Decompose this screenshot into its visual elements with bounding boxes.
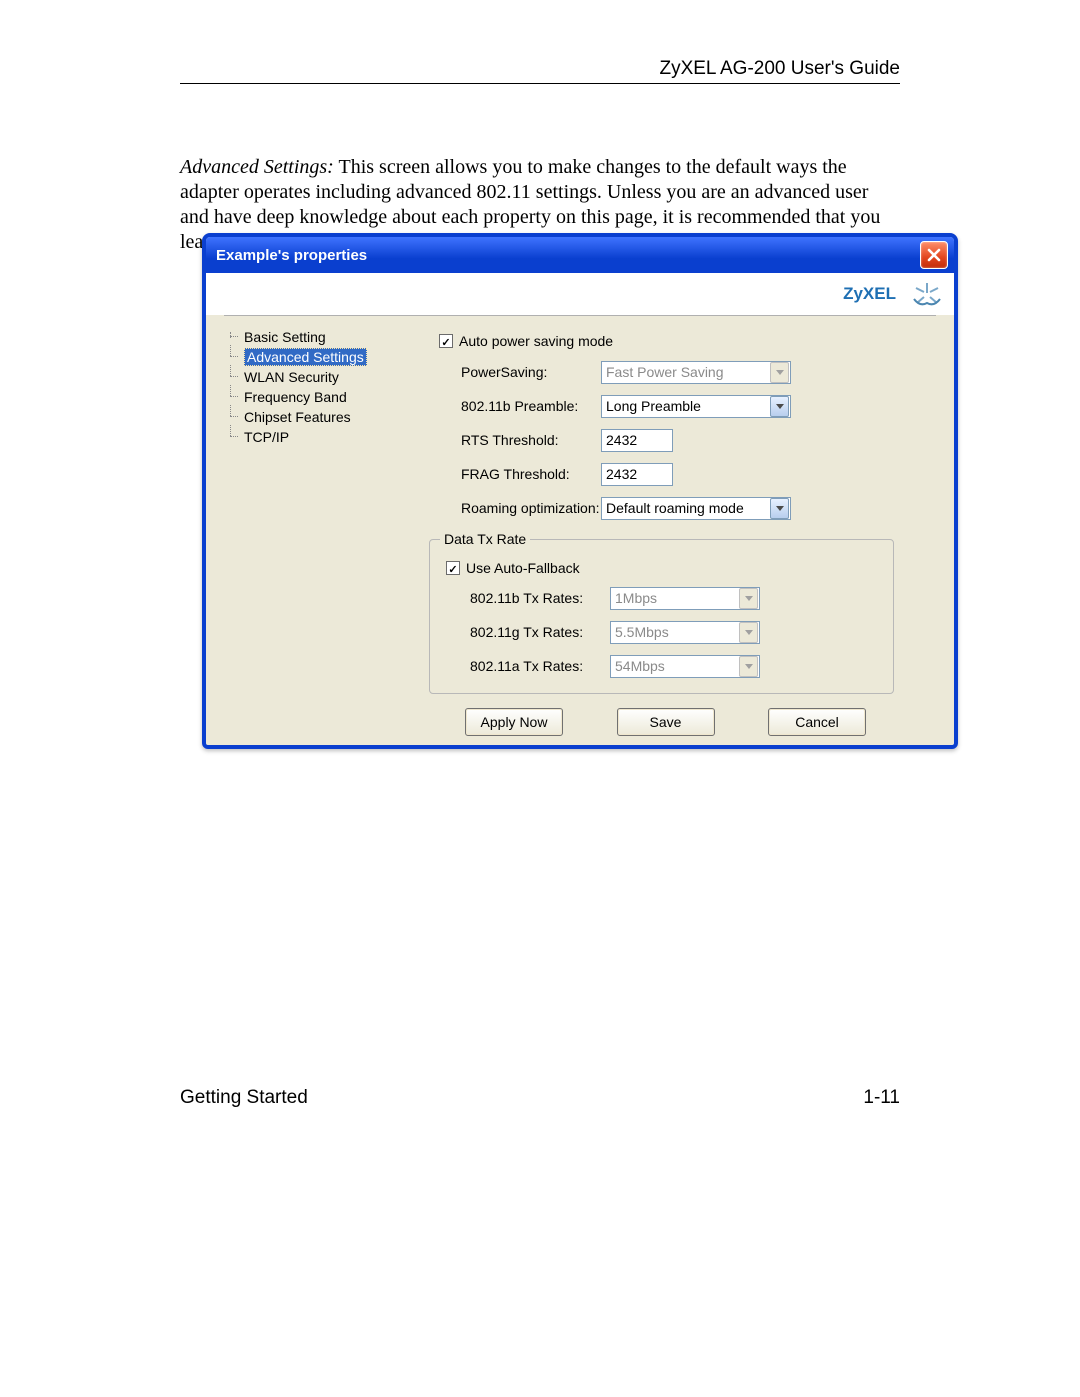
- txa-select: 54Mbps: [610, 655, 760, 678]
- tx-rate-group: Data Tx Rate Use Auto-Fallback 802.11b T…: [429, 531, 894, 694]
- titlebar[interactable]: Example's properties: [206, 237, 954, 273]
- form-area: Auto power saving mode PowerSaving: Fast…: [429, 319, 954, 745]
- page-header: ZyXEL AG-200 User's Guide: [659, 58, 900, 80]
- footer-page-number: 1-11: [863, 1087, 900, 1109]
- rts-label: RTS Threshold:: [429, 432, 601, 448]
- tree-item-label: Chipset Features: [244, 409, 351, 425]
- power-saving-select: Fast Power Saving: [601, 361, 791, 384]
- select-value: Long Preamble: [606, 398, 701, 414]
- auto-power-checkbox[interactable]: Auto power saving mode: [439, 333, 613, 349]
- apply-button[interactable]: Apply Now: [465, 708, 563, 736]
- auto-fallback-label: Use Auto-Fallback: [466, 560, 580, 576]
- brand-text: ZyXEL: [843, 284, 896, 304]
- roaming-label: Roaming optimization:: [429, 500, 601, 516]
- properties-dialog: Example's properties ZyXEL: [202, 233, 958, 749]
- chevron-down-icon: [739, 588, 758, 609]
- brand-logo-icon: [910, 279, 944, 309]
- rts-input[interactable]: 2432: [601, 429, 673, 452]
- power-saving-label: PowerSaving:: [429, 364, 601, 380]
- txa-label: 802.11a Tx Rates:: [440, 658, 610, 674]
- footer-section: Getting Started: [180, 1087, 308, 1109]
- select-value: 1Mbps: [615, 590, 657, 606]
- paragraph-lead: Advanced Settings:: [180, 156, 334, 178]
- tree-item-advanced[interactable]: Advanced Settings: [224, 347, 429, 367]
- checkbox-mark-icon: [446, 561, 460, 575]
- tree-item-tcpip[interactable]: TCP/IP: [224, 427, 429, 447]
- chevron-down-icon: [770, 396, 789, 417]
- tree-item-frequency[interactable]: Frequency Band: [224, 387, 429, 407]
- chevron-down-icon: [770, 362, 789, 383]
- txb-select: 1Mbps: [610, 587, 760, 610]
- tree-item-label: Advanced Settings: [244, 348, 367, 366]
- select-value: 54Mbps: [615, 658, 665, 674]
- save-button[interactable]: Save: [617, 708, 715, 736]
- tree-item-label: Frequency Band: [244, 389, 347, 405]
- nav-tree: Basic Setting Advanced Settings WLAN Sec…: [206, 319, 429, 745]
- txb-label: 802.11b Tx Rates:: [440, 590, 610, 606]
- auto-fallback-checkbox[interactable]: Use Auto-Fallback: [446, 560, 580, 576]
- chevron-down-icon: [770, 498, 789, 519]
- chevron-down-icon: [739, 622, 758, 643]
- select-value: 5.5Mbps: [615, 624, 669, 640]
- brand-bar: ZyXEL: [206, 273, 954, 315]
- select-value: Fast Power Saving: [606, 364, 724, 380]
- auto-power-label: Auto power saving mode: [459, 333, 613, 349]
- checkbox-mark-icon: [439, 334, 453, 348]
- txg-label: 802.11g Tx Rates:: [440, 624, 610, 640]
- close-button[interactable]: [920, 241, 948, 269]
- header-rule: [180, 83, 900, 84]
- tree-item-label: Basic Setting: [244, 329, 326, 345]
- preamble-label: 802.11b Preamble:: [429, 398, 601, 414]
- cancel-button[interactable]: Cancel: [768, 708, 866, 736]
- txg-select: 5.5Mbps: [610, 621, 760, 644]
- roaming-select[interactable]: Default roaming mode: [601, 497, 791, 520]
- tree-item-basic[interactable]: Basic Setting: [224, 327, 429, 347]
- tree-item-label: TCP/IP: [244, 429, 289, 445]
- tree-item-chipset[interactable]: Chipset Features: [224, 407, 429, 427]
- tree-item-wlan[interactable]: WLAN Security: [224, 367, 429, 387]
- brand-bar-rule: [224, 315, 936, 316]
- select-value: Default roaming mode: [606, 500, 744, 516]
- tx-rate-legend: Data Tx Rate: [440, 531, 530, 547]
- frag-label: FRAG Threshold:: [429, 466, 601, 482]
- preamble-select[interactable]: Long Preamble: [601, 395, 791, 418]
- tree-item-label: WLAN Security: [244, 369, 339, 385]
- frag-input[interactable]: 2432: [601, 463, 673, 486]
- dialog-title: Example's properties: [216, 247, 367, 264]
- chevron-down-icon: [739, 656, 758, 677]
- close-icon: [927, 248, 941, 262]
